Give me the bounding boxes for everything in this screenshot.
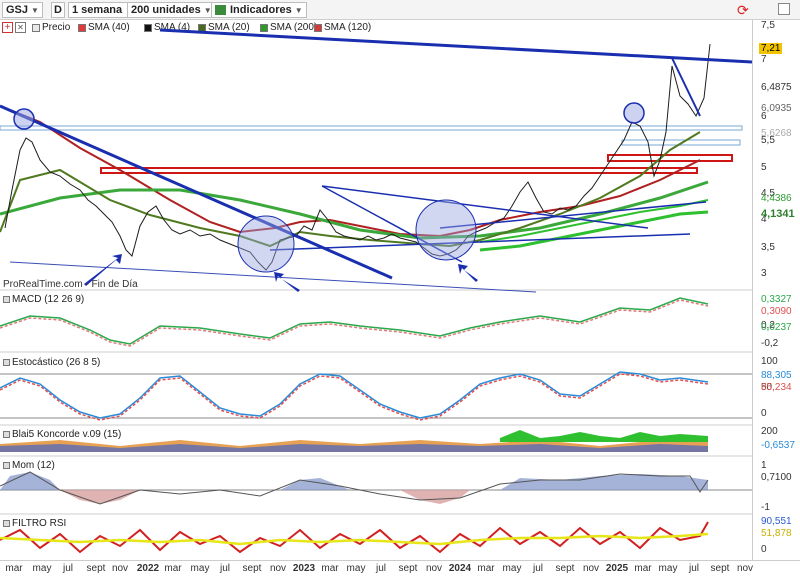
stoch-tick: 100 xyxy=(761,356,778,367)
stoch-badge: 85,234 xyxy=(761,382,792,393)
koncorde-title-label: Blai5 Koncorde v.09 (15) xyxy=(12,429,122,440)
koncorde-badge: -0,6537 xyxy=(761,440,795,451)
y-tick: 7,5 xyxy=(761,20,775,31)
stoch-title[interactable]: Estocástico (26 8 5) xyxy=(3,357,100,368)
macd-badge: 0,3090 xyxy=(761,306,792,317)
x-tick: jul xyxy=(688,563,700,574)
price-badge: 6,0935 xyxy=(761,103,792,114)
x-tick: may xyxy=(502,563,522,574)
y-tick: 5 xyxy=(761,162,767,173)
panel-swatch xyxy=(3,296,10,303)
panel-swatch xyxy=(3,520,10,527)
rsi-tick: 0 xyxy=(761,544,767,555)
arrow-down-icon xyxy=(458,264,478,282)
price-candles xyxy=(4,43,711,271)
y-tick: 7 xyxy=(761,54,767,65)
rsi-title[interactable]: FILTRO RSI xyxy=(3,518,66,529)
stoch-d-line xyxy=(0,373,709,421)
x-tick: mar xyxy=(321,563,339,574)
macd-badge: 0,3327 xyxy=(761,294,792,305)
x-tick: sept xyxy=(710,563,730,574)
stoch-title-label: Estocástico (26 8 5) xyxy=(12,357,101,368)
expand-icon[interactable] xyxy=(778,3,790,15)
x-tick: jul xyxy=(219,563,231,574)
time-axis[interactable]: mar may jul sept nov 2022 mar may jul se… xyxy=(0,560,800,576)
x-tick: sept xyxy=(555,563,575,574)
mom-badge: 0,7100 xyxy=(761,472,792,483)
wedge-upper-line xyxy=(321,185,649,229)
macd-title[interactable]: MACD (12 26 9) xyxy=(3,294,84,305)
x-tick: nov xyxy=(111,563,129,574)
panel-swatch xyxy=(3,431,10,438)
flag-line xyxy=(671,57,701,117)
price-axis[interactable]: 7,5 7 6,4875 6 5,5 5 4,5 4 3,5 3 7,21 6,… xyxy=(752,20,800,560)
macd-tick: -0,2 xyxy=(761,338,779,349)
rsi-title-label: FILTRO RSI xyxy=(12,518,67,529)
x-tick: jul xyxy=(532,563,544,574)
y-tick: 3 xyxy=(761,268,767,279)
panel-swatch xyxy=(3,462,10,469)
highlight-circle xyxy=(623,102,645,124)
macd-line xyxy=(0,297,709,345)
x-tick: mar xyxy=(164,563,182,574)
x-tick: jul xyxy=(375,563,387,574)
x-tick: 2022 xyxy=(136,563,160,574)
support-zone-box xyxy=(0,125,743,131)
rsi-badge: 51,878 xyxy=(761,528,792,539)
x-tick: may xyxy=(32,563,52,574)
x-tick: sept xyxy=(242,563,262,574)
price-badge: 5,6268 xyxy=(761,128,792,139)
mom-title-label: Mom (12) xyxy=(12,460,55,471)
x-tick: nov xyxy=(582,563,600,574)
last-price-badge: 7,21 xyxy=(759,43,783,54)
highlight-circle xyxy=(237,215,295,273)
x-tick: mar xyxy=(5,563,23,574)
resistance-zone-box xyxy=(100,167,698,174)
macd-title-label: MACD (12 26 9) xyxy=(12,294,85,305)
rsi-badge: 90,551 xyxy=(761,516,792,527)
highlight-circle xyxy=(13,108,35,130)
x-tick: nov xyxy=(736,563,754,574)
price-badge: 4,4386 xyxy=(761,193,792,204)
price-panel xyxy=(0,28,752,293)
x-tick: nov xyxy=(425,563,443,574)
x-tick: nov xyxy=(269,563,287,574)
price-badge: 4,1341 xyxy=(761,208,795,220)
mom-title[interactable]: Mom (12) xyxy=(3,460,55,471)
rsi-panel xyxy=(0,521,709,554)
koncorde-tick: 200 xyxy=(761,426,778,437)
y-tick: 6,4875 xyxy=(761,82,792,93)
x-tick: sept xyxy=(398,563,418,574)
y-tick: 3,5 xyxy=(761,242,775,253)
x-tick: may xyxy=(346,563,366,574)
resistance-zone-box-2 xyxy=(607,154,733,162)
macd-badge: 0,0237 xyxy=(761,322,792,333)
koncorde-title[interactable]: Blai5 Koncorde v.09 (15) xyxy=(3,429,121,440)
mom-tick: 1 xyxy=(761,460,767,471)
panel-swatch xyxy=(3,359,10,366)
x-tick: 2025 xyxy=(605,563,629,574)
macd-panel xyxy=(0,297,709,347)
x-tick: 2024 xyxy=(448,563,472,574)
credit-label: ProRealTime.com - Fin de Día xyxy=(3,279,138,290)
x-tick: may xyxy=(190,563,210,574)
arrow-down-icon xyxy=(274,272,300,292)
resistance-trendline xyxy=(159,28,752,64)
macd-signal-line xyxy=(0,299,709,347)
x-tick: jul xyxy=(62,563,74,574)
stoch-badge: 88,305 xyxy=(761,370,792,381)
stoch-tick: 0 xyxy=(761,408,767,419)
highlight-circle xyxy=(415,199,477,261)
x-tick: may xyxy=(658,563,678,574)
x-tick: mar xyxy=(477,563,495,574)
x-tick: 2023 xyxy=(292,563,316,574)
stoch-k-line xyxy=(0,371,709,419)
x-tick: sept xyxy=(86,563,106,574)
x-tick: mar xyxy=(634,563,652,574)
stochastic-panel xyxy=(0,371,752,421)
mom-tick: -1 xyxy=(761,502,770,513)
momentum-panel xyxy=(0,471,752,505)
